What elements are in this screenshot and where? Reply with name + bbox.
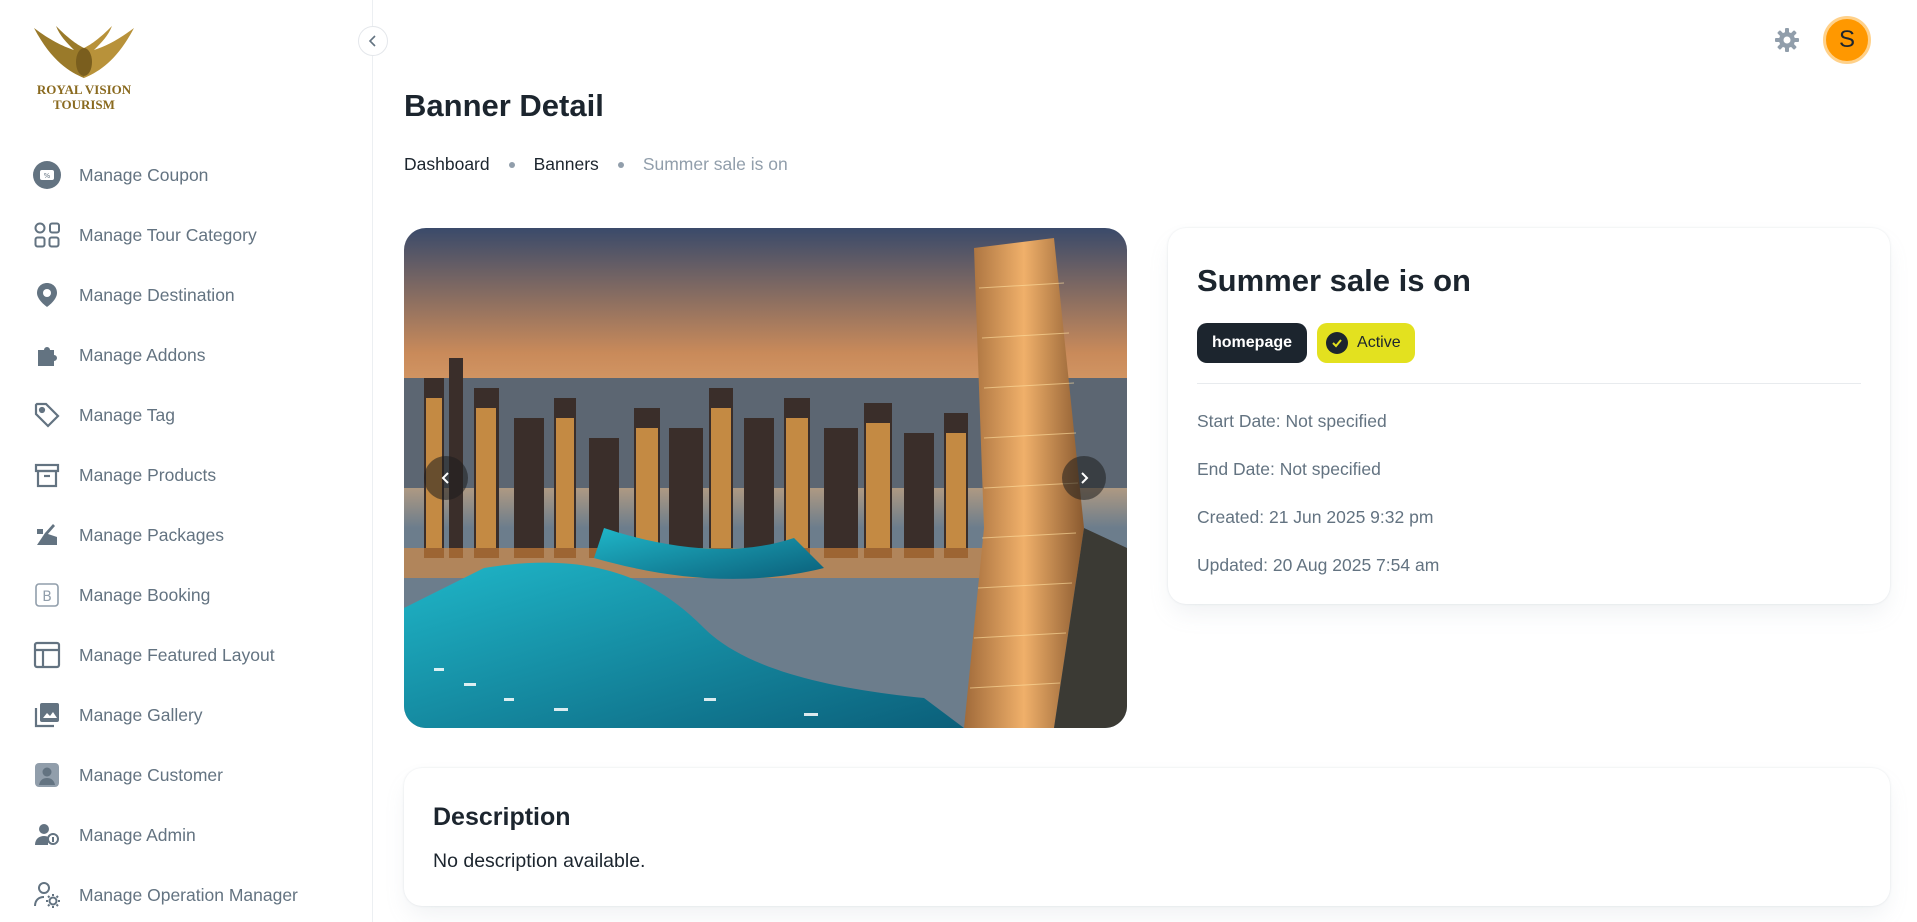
status-label: Active xyxy=(1357,334,1401,351)
coupon-icon: % xyxy=(33,161,61,189)
category-icon xyxy=(33,221,61,249)
carousel-next-button[interactable] xyxy=(1062,456,1106,500)
avatar-initial: S xyxy=(1838,26,1855,53)
banner-chips: homepage Active xyxy=(1197,323,1415,363)
sidebar-item-customer[interactable]: Manage Customer xyxy=(0,745,373,805)
breadcrumb-separator xyxy=(508,161,515,168)
gallery-icon xyxy=(33,701,61,729)
sidebar-item-label: Manage Admin xyxy=(79,824,196,845)
description-card: Description No description available. xyxy=(404,768,1890,906)
sidebar-item-products[interactable]: Manage Products xyxy=(0,445,373,505)
end-date: End Date: Not specified xyxy=(1197,459,1381,479)
page-title: Banner Detail xyxy=(404,88,604,123)
sidebar-item-gallery[interactable]: Manage Gallery xyxy=(0,685,373,745)
layout-icon xyxy=(33,641,61,669)
divider xyxy=(1197,383,1861,384)
banner-info-card: Summer sale is on homepage Active Start … xyxy=(1168,228,1890,604)
sidebar-item-booking[interactable]: B Manage Booking xyxy=(0,565,373,625)
sidebar-item-addons[interactable]: Manage Addons xyxy=(0,325,373,385)
location-pin-icon xyxy=(33,281,61,309)
sidebar-item-label: Manage Gallery xyxy=(79,704,203,725)
user-avatar[interactable]: S xyxy=(1823,16,1871,64)
customer-icon xyxy=(33,761,61,789)
chevron-right-icon xyxy=(1081,472,1089,484)
breadcrumb-banners-link[interactable]: Banners xyxy=(534,154,599,175)
placement-chip: homepage xyxy=(1197,323,1308,363)
wings-logo-icon xyxy=(34,26,134,78)
sidebar-item-destination[interactable]: Manage Destination xyxy=(0,265,373,325)
sidebar-item-label: Manage Tag xyxy=(79,404,176,425)
breadcrumb-dashboard-link[interactable]: Dashboard xyxy=(404,154,490,175)
sidebar-item-featured-layout[interactable]: Manage Featured Layout xyxy=(0,625,373,685)
banner-title: Summer sale is on xyxy=(1197,263,1471,298)
created-date: Created: 21 Jun 2025 9:32 pm xyxy=(1197,507,1434,527)
archive-box-icon xyxy=(33,461,61,489)
carousel-prev-button[interactable] xyxy=(424,456,468,500)
sidebar: ROYAL VISION TOURISM % Manage Coupon Man… xyxy=(0,0,373,922)
brand-logo[interactable]: ROYAL VISION TOURISM xyxy=(30,22,138,118)
packages-icon xyxy=(33,521,61,549)
start-date: Start Date: Not specified xyxy=(1197,411,1387,431)
sidebar-item-label: Manage Products xyxy=(79,464,217,485)
banner-image xyxy=(404,228,1127,728)
chevron-left-icon xyxy=(441,472,449,484)
sidebar-collapse-button[interactable] xyxy=(358,26,388,56)
tag-icon xyxy=(33,401,61,429)
sidebar-item-label: Manage Destination xyxy=(79,284,235,305)
breadcrumb-separator xyxy=(617,161,624,168)
svg-text:%: % xyxy=(44,172,51,180)
check-circle-icon xyxy=(1326,332,1349,354)
admin-icon xyxy=(33,821,61,849)
sidebar-item-coupon[interactable]: % Manage Coupon xyxy=(0,145,373,205)
sidebar-item-label: Manage Booking xyxy=(79,584,211,605)
sidebar-item-label: Manage Featured Layout xyxy=(79,644,275,665)
sidebar-item-admin[interactable]: Manage Admin xyxy=(0,805,373,865)
description-heading: Description xyxy=(433,803,571,831)
sidebar-item-label: Manage Addons xyxy=(79,344,206,365)
breadcrumb: Dashboard Banners Summer sale is on xyxy=(404,154,788,175)
sidebar-item-tag[interactable]: Manage Tag xyxy=(0,385,373,445)
sidebar-item-packages[interactable]: Manage Packages xyxy=(0,505,373,565)
chevron-left-icon xyxy=(368,35,376,47)
sidebar-item-label: Manage Customer xyxy=(79,764,223,785)
settings-gear-icon[interactable] xyxy=(1773,26,1801,54)
updated-date: Updated: 20 Aug 2025 7:54 am xyxy=(1197,555,1440,575)
puzzle-icon xyxy=(33,341,61,369)
sidebar-item-operation-manager[interactable]: Manage Operation Manager xyxy=(0,865,373,922)
user-gear-icon xyxy=(33,881,61,909)
breadcrumb-current: Summer sale is on xyxy=(642,154,788,174)
sidebar-item-tour-category[interactable]: Manage Tour Category xyxy=(0,205,373,265)
booking-icon: B xyxy=(33,581,61,609)
sidebar-item-label: Manage Packages xyxy=(79,524,224,545)
svg-text:B: B xyxy=(42,589,52,605)
sidebar-item-label: Manage Operation Manager xyxy=(79,884,298,905)
sidebar-item-label: Manage Coupon xyxy=(79,164,209,185)
sidebar-nav: % Manage Coupon Manage Tour Category Man… xyxy=(0,145,373,922)
city-skyline-image xyxy=(404,228,1127,728)
brand-name: ROYAL VISION TOURISM xyxy=(36,82,132,112)
status-badge: Active xyxy=(1317,323,1415,363)
description-text: No description available. xyxy=(433,850,646,872)
sidebar-item-label: Manage Tour Category xyxy=(79,224,257,245)
